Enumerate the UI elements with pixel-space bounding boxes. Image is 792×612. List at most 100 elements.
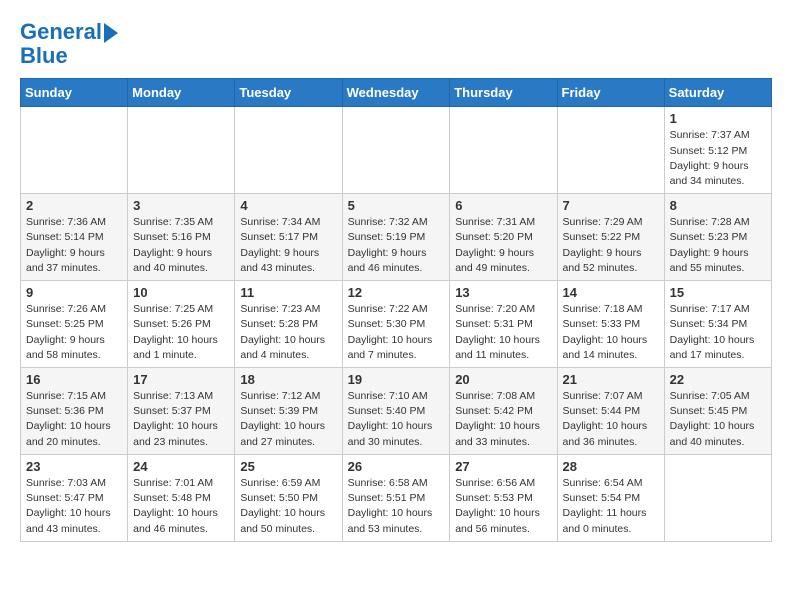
day-info: Sunrise: 7:17 AM Sunset: 5:34 PM Dayligh… — [670, 302, 766, 363]
calendar-cell: 27 Sunrise: 6:56 AM Sunset: 5:53 PM Dayli… — [450, 454, 557, 541]
day-number: 26 — [348, 459, 445, 474]
day-number: 17 — [133, 372, 229, 387]
day-info: Sunrise: 7:08 AM Sunset: 5:42 PM Dayligh… — [455, 389, 551, 450]
day-number: 9 — [26, 285, 122, 300]
calendar-cell — [235, 107, 342, 194]
logo-arrow-icon — [104, 23, 118, 43]
day-number: 20 — [455, 372, 551, 387]
calendar-cell: 23Sunrise: 7:03 AM Sunset: 5:47 PM Dayli… — [21, 454, 128, 541]
day-number: 27 — [455, 459, 551, 474]
calendar-cell: 28Sunrise: 6:54 AM Sunset: 5:54 PM Dayli… — [557, 454, 664, 541]
calendar-cell: 24Sunrise: 7:01 AM Sunset: 5:48 PM Dayli… — [128, 454, 235, 541]
calendar-cell: 6 Sunrise: 7:31 AM Sunset: 5:20 PM Daylig… — [450, 194, 557, 281]
day-info: Sunrise: 7:36 AM Sunset: 5:14 PM Dayligh… — [26, 215, 122, 276]
calendar-cell: 22 Sunrise: 7:05 AM Sunset: 5:45 PM Dayli… — [664, 368, 771, 455]
weekday-header-friday: Friday — [557, 79, 664, 107]
calendar-cell: 26 Sunrise: 6:58 AM Sunset: 5:51 PM Dayli… — [342, 454, 450, 541]
calendar-body: 1 Sunrise: 7:37 AM Sunset: 5:12 PM Daylig… — [21, 107, 772, 541]
calendar-cell: 11 Sunrise: 7:23 AM Sunset: 5:28 PM Dayli… — [235, 281, 342, 368]
day-number: 4 — [240, 198, 336, 213]
day-number: 25 — [240, 459, 336, 474]
day-info: Sunrise: 7:20 AM Sunset: 5:31 PM Dayligh… — [455, 302, 551, 363]
calendar-cell: 16 Sunrise: 7:15 AM Sunset: 5:36 PM Dayli… — [21, 368, 128, 455]
calendar-cell: 17 Sunrise: 7:13 AM Sunset: 5:37 PM Dayli… — [128, 368, 235, 455]
calendar-cell: 5 Sunrise: 7:32 AM Sunset: 5:19 PM Daylig… — [342, 194, 450, 281]
day-number: 15 — [670, 285, 766, 300]
day-number: 6 — [455, 198, 551, 213]
day-info: Sunrise: 7:34 AM Sunset: 5:17 PM Dayligh… — [240, 215, 336, 276]
calendar-cell: 7Sunrise: 7:29 AM Sunset: 5:22 PM Daylig… — [557, 194, 664, 281]
weekday-header-wednesday: Wednesday — [342, 79, 450, 107]
logo-blue-text: Blue — [20, 44, 118, 68]
day-number: 24 — [133, 459, 229, 474]
day-info: Sunrise: 7:25 AM Sunset: 5:26 PM Dayligh… — [133, 302, 229, 363]
calendar-cell: 15 Sunrise: 7:17 AM Sunset: 5:34 PM Dayli… — [664, 281, 771, 368]
day-number: 10 — [133, 285, 229, 300]
calendar-cell: 20 Sunrise: 7:08 AM Sunset: 5:42 PM Dayli… — [450, 368, 557, 455]
calendar-cell: 25Sunrise: 6:59 AM Sunset: 5:50 PM Dayli… — [235, 454, 342, 541]
day-info: Sunrise: 7:05 AM Sunset: 5:45 PM Dayligh… — [670, 389, 766, 450]
day-number: 8 — [670, 198, 766, 213]
day-info: Sunrise: 7:13 AM Sunset: 5:37 PM Dayligh… — [133, 389, 229, 450]
calendar-cell: 18 Sunrise: 7:12 AM Sunset: 5:39 PM Dayli… — [235, 368, 342, 455]
calendar-cell — [21, 107, 128, 194]
day-info: Sunrise: 7:31 AM Sunset: 5:20 PM Dayligh… — [455, 215, 551, 276]
calendar-cell: 13 Sunrise: 7:20 AM Sunset: 5:31 PM Dayli… — [450, 281, 557, 368]
day-info: Sunrise: 7:26 AM Sunset: 5:25 PM Dayligh… — [26, 302, 122, 363]
day-info: Sunrise: 6:56 AM Sunset: 5:53 PM Dayligh… — [455, 476, 551, 537]
day-number: 23 — [26, 459, 122, 474]
calendar-week-row: 16 Sunrise: 7:15 AM Sunset: 5:36 PM Dayli… — [21, 368, 772, 455]
day-number: 11 — [240, 285, 336, 300]
day-number: 5 — [348, 198, 445, 213]
calendar-week-row: 9 Sunrise: 7:26 AM Sunset: 5:25 PM Daylig… — [21, 281, 772, 368]
calendar-header-row: SundayMondayTuesdayWednesdayThursdayFrid… — [21, 79, 772, 107]
day-info: Sunrise: 7:12 AM Sunset: 5:39 PM Dayligh… — [240, 389, 336, 450]
calendar-cell — [128, 107, 235, 194]
calendar-cell — [342, 107, 450, 194]
day-info: Sunrise: 7:32 AM Sunset: 5:19 PM Dayligh… — [348, 215, 445, 276]
day-info: Sunrise: 6:58 AM Sunset: 5:51 PM Dayligh… — [348, 476, 445, 537]
logo-text: General — [20, 20, 102, 44]
calendar-week-row: 2Sunrise: 7:36 AM Sunset: 5:14 PM Daylig… — [21, 194, 772, 281]
calendar-week-row: 23Sunrise: 7:03 AM Sunset: 5:47 PM Dayli… — [21, 454, 772, 541]
day-info: Sunrise: 7:22 AM Sunset: 5:30 PM Dayligh… — [348, 302, 445, 363]
calendar-cell: 1 Sunrise: 7:37 AM Sunset: 5:12 PM Daylig… — [664, 107, 771, 194]
weekday-header-tuesday: Tuesday — [235, 79, 342, 107]
day-number: 13 — [455, 285, 551, 300]
day-info: Sunrise: 7:28 AM Sunset: 5:23 PM Dayligh… — [670, 215, 766, 276]
calendar-cell: 10 Sunrise: 7:25 AM Sunset: 5:26 PM Dayli… — [128, 281, 235, 368]
weekday-header-sunday: Sunday — [21, 79, 128, 107]
calendar-table: SundayMondayTuesdayWednesdayThursdayFrid… — [20, 78, 772, 541]
day-info: Sunrise: 7:29 AM Sunset: 5:22 PM Dayligh… — [563, 215, 659, 276]
calendar-cell: 2Sunrise: 7:36 AM Sunset: 5:14 PM Daylig… — [21, 194, 128, 281]
calendar-cell: 3 Sunrise: 7:35 AM Sunset: 5:16 PM Daylig… — [128, 194, 235, 281]
calendar-cell: 14 Sunrise: 7:18 AM Sunset: 5:33 PM Dayli… — [557, 281, 664, 368]
day-info: Sunrise: 7:15 AM Sunset: 5:36 PM Dayligh… — [26, 389, 122, 450]
day-number: 22 — [670, 372, 766, 387]
weekday-header-saturday: Saturday — [664, 79, 771, 107]
calendar-cell: 9 Sunrise: 7:26 AM Sunset: 5:25 PM Daylig… — [21, 281, 128, 368]
day-number: 14 — [563, 285, 659, 300]
calendar-cell — [557, 107, 664, 194]
weekday-header-monday: Monday — [128, 79, 235, 107]
day-number: 19 — [348, 372, 445, 387]
day-number: 3 — [133, 198, 229, 213]
logo: General Blue — [20, 20, 118, 68]
day-info: Sunrise: 7:18 AM Sunset: 5:33 PM Dayligh… — [563, 302, 659, 363]
calendar-cell: 4 Sunrise: 7:34 AM Sunset: 5:17 PM Daylig… — [235, 194, 342, 281]
page-header: General Blue — [20, 20, 772, 68]
day-number: 16 — [26, 372, 122, 387]
day-info: Sunrise: 7:10 AM Sunset: 5:40 PM Dayligh… — [348, 389, 445, 450]
calendar-cell: 19 Sunrise: 7:10 AM Sunset: 5:40 PM Dayli… — [342, 368, 450, 455]
day-info: Sunrise: 7:23 AM Sunset: 5:28 PM Dayligh… — [240, 302, 336, 363]
calendar-cell: 12 Sunrise: 7:22 AM Sunset: 5:30 PM Dayli… — [342, 281, 450, 368]
calendar-cell — [450, 107, 557, 194]
day-number: 18 — [240, 372, 336, 387]
day-number: 21 — [563, 372, 659, 387]
day-info: Sunrise: 7:37 AM Sunset: 5:12 PM Dayligh… — [670, 128, 766, 189]
day-number: 12 — [348, 285, 445, 300]
day-info: Sunrise: 7:35 AM Sunset: 5:16 PM Dayligh… — [133, 215, 229, 276]
day-number: 1 — [670, 111, 766, 126]
calendar-cell: 21 Sunrise: 7:07 AM Sunset: 5:44 PM Dayli… — [557, 368, 664, 455]
day-info: Sunrise: 7:07 AM Sunset: 5:44 PM Dayligh… — [563, 389, 659, 450]
